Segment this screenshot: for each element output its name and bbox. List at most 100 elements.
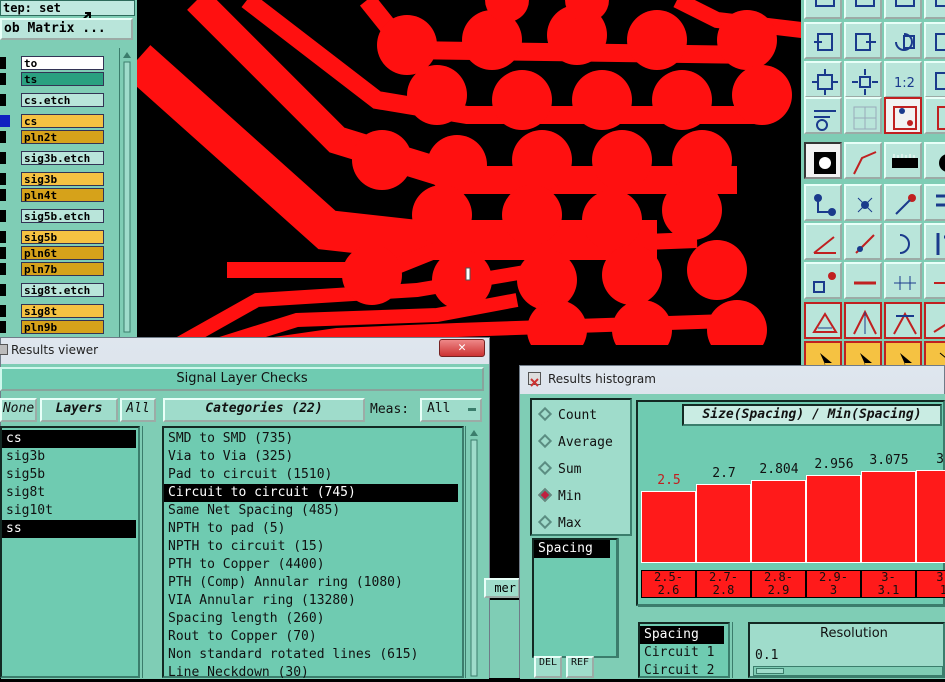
toolbar-button[interactable]: [844, 97, 882, 134]
close-icon[interactable]: ✕: [439, 339, 485, 357]
ref-button[interactable]: REF: [566, 656, 594, 678]
layer-row[interactable]: sig8t.etch: [0, 283, 118, 297]
toolbar-button[interactable]: [804, 22, 842, 59]
toolbar-button[interactable]: [884, 223, 922, 260]
toolbar-button[interactable]: [844, 302, 882, 339]
category-item[interactable]: PTH to Copper (4400): [164, 556, 458, 574]
layer-row[interactable]: ts: [0, 72, 118, 86]
bottom-list-item[interactable]: Circuit 2: [640, 662, 724, 680]
toolbar-button[interactable]: [804, 142, 842, 179]
toolbar-button[interactable]: [924, 0, 945, 19]
layer-row[interactable]: sig8t: [0, 304, 118, 318]
toolbar-button[interactable]: [804, 223, 842, 260]
layer-row[interactable]: cs.etch: [0, 93, 118, 107]
toolbar-button[interactable]: [844, 22, 882, 59]
toolbar-button[interactable]: [924, 184, 945, 221]
categories-button[interactable]: Categories (22): [163, 398, 365, 422]
pcb-canvas[interactable]: [137, 0, 802, 345]
layer-row[interactable]: pln9b: [0, 320, 118, 334]
category-item[interactable]: Non standard rotated lines (615): [164, 646, 458, 664]
toolbar-button[interactable]: [844, 184, 882, 221]
category-item[interactable]: Via to Via (325): [164, 448, 458, 466]
stat-list-item[interactable]: Spacing: [534, 540, 610, 558]
categories-list[interactable]: SMD to SMD (735) Via to Via (325) Pad to c…: [162, 426, 464, 680]
toolbar-button[interactable]: [804, 97, 842, 134]
resolution-slider[interactable]: [753, 666, 943, 676]
toolbar-button[interactable]: 1:2: [884, 61, 922, 98]
layer-row[interactable]: pln6t: [0, 246, 118, 260]
layer-row[interactable]: to: [0, 56, 118, 70]
layer-row[interactable]: pln4t: [0, 188, 118, 202]
toolbar-button[interactable]: [924, 262, 945, 299]
layer-list-scrollbar[interactable]: [119, 48, 135, 338]
layer-result-item[interactable]: ss: [2, 520, 136, 538]
toolbar-button[interactable]: [804, 0, 842, 19]
categories-scrollbar[interactable]: [465, 426, 482, 678]
meas-dropdown[interactable]: All: [420, 398, 482, 422]
stat-list-scrollbar[interactable]: [618, 538, 632, 658]
category-item[interactable]: Circuit to circuit (745): [164, 484, 458, 502]
toolbar-button[interactable]: [844, 142, 882, 179]
layer-result-item[interactable]: sig3b: [2, 448, 136, 466]
category-item[interactable]: SMD to SMD (735): [164, 430, 458, 448]
toolbar-button[interactable]: [884, 142, 922, 179]
stat-list[interactable]: Spacing: [532, 538, 618, 658]
layer-result-item[interactable]: sig8t: [2, 484, 136, 502]
toolbar-button[interactable]: [884, 262, 922, 299]
toolbar-button[interactable]: [844, 223, 882, 260]
category-item[interactable]: Rout to Copper (70): [164, 628, 458, 646]
toolbar-button[interactable]: [924, 22, 945, 59]
layer-result-item[interactable]: sig5b: [2, 466, 136, 484]
category-item[interactable]: Same Net Spacing (485): [164, 502, 458, 520]
toolbar-button[interactable]: [804, 184, 842, 221]
toolbar-button[interactable]: [884, 0, 922, 19]
partial-button[interactable]: mer: [484, 578, 520, 598]
category-item[interactable]: NPTH to pad (5): [164, 520, 458, 538]
category-item[interactable]: Line Neckdown (30): [164, 664, 458, 682]
toolbar-button[interactable]: [804, 302, 842, 339]
category-item[interactable]: PTH (Comp) Annular ring (1080): [164, 574, 458, 592]
layer-result-item[interactable]: sig10t: [2, 502, 136, 520]
layer-row[interactable]: sig3b: [0, 172, 118, 186]
toolbar-button[interactable]: [804, 262, 842, 299]
layer-row[interactable]: sig5b.etch: [0, 209, 118, 223]
toolbar-button[interactable]: [884, 184, 922, 221]
del-button[interactable]: DEL: [534, 656, 562, 678]
mode-radio[interactable]: Max: [536, 514, 581, 532]
toolbar-button[interactable]: [804, 61, 842, 98]
category-item[interactable]: NPTH to circuit (15): [164, 538, 458, 556]
bottom-list-scrollbar[interactable]: [732, 622, 746, 678]
toolbar-button[interactable]: [884, 22, 922, 59]
bottom-list-item[interactable]: Circuit 1: [640, 644, 724, 662]
category-item[interactable]: Spacing length (260): [164, 610, 458, 628]
toolbar-button[interactable]: [884, 302, 922, 339]
toolbar-button[interactable]: [924, 223, 945, 260]
category-item[interactable]: VIA Annular ring (13280): [164, 592, 458, 610]
mode-radio[interactable]: Sum: [536, 460, 581, 478]
mode-radio[interactable]: Min: [536, 487, 581, 505]
layer-row[interactable]: pln7b: [0, 262, 118, 276]
toolbar-button[interactable]: [924, 97, 945, 134]
toolbar-button[interactable]: [844, 0, 882, 19]
mode-radio[interactable]: Average: [536, 433, 613, 451]
mode-radio[interactable]: Count: [536, 406, 597, 424]
none-button[interactable]: None: [0, 398, 37, 422]
toolbar-button[interactable]: [924, 61, 945, 98]
category-item[interactable]: Pad to circuit (1510): [164, 466, 458, 484]
layer-row[interactable]: sig3b.etch: [0, 151, 118, 165]
layer-result-item[interactable]: cs: [2, 430, 136, 448]
layer-row[interactable]: pln2t: [0, 130, 118, 144]
toolbar-button[interactable]: [924, 302, 945, 339]
histogram-scrollbar[interactable]: [638, 606, 945, 618]
layer-row[interactable]: cs: [0, 114, 118, 128]
toolbar-button[interactable]: [924, 142, 945, 179]
layer-results-list[interactable]: cs sig3b sig5b sig8t sig10t ss: [0, 426, 140, 678]
all-button[interactable]: All: [120, 398, 156, 422]
toolbar-button[interactable]: [884, 97, 922, 134]
toolbar-button[interactable]: [844, 61, 882, 98]
layer-row[interactable]: sig5b: [0, 230, 118, 244]
layers-button[interactable]: Layers: [40, 398, 118, 422]
bottom-list[interactable]: Spacing Circuit 1 Circuit 2: [638, 622, 730, 678]
layer-results-scrollbar[interactable]: [142, 426, 158, 678]
toolbar-button[interactable]: [844, 262, 882, 299]
